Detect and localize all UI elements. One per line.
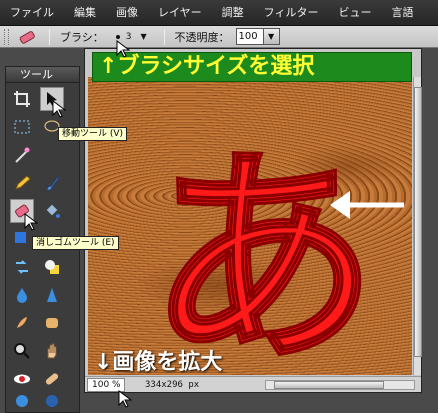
menu-adjust[interactable]: 調整 xyxy=(212,0,254,25)
mouse-cursor-icon xyxy=(52,100,66,118)
menu-bar: ファイル 編集 画像 レイヤー 調整 フィルター ビュー 言語 xyxy=(0,0,438,26)
paint-bucket-icon[interactable] xyxy=(40,199,64,223)
pencil-icon[interactable] xyxy=(10,171,34,195)
document-size: 334x296 px xyxy=(145,379,200,390)
shape-icon[interactable] xyxy=(40,255,64,279)
menu-file[interactable]: ファイル xyxy=(0,0,64,25)
mouse-cursor-icon xyxy=(116,40,130,58)
brush-preview-icon[interactable] xyxy=(115,34,120,39)
menu-language[interactable]: 言語 xyxy=(381,0,423,25)
image-canvas[interactable]: あ xyxy=(88,77,412,375)
marquee-icon[interactable] xyxy=(10,115,34,139)
menu-layer[interactable]: レイヤー xyxy=(148,0,212,25)
opacity-dropdown-icon[interactable]: ▼ xyxy=(263,28,280,45)
sponge-icon[interactable] xyxy=(40,311,64,335)
recompose-icon[interactable] xyxy=(10,255,34,279)
mouse-cursor-icon xyxy=(24,213,38,231)
opacity-label: 不透明度： xyxy=(174,30,230,44)
menu-edit[interactable]: 編集 xyxy=(64,0,106,25)
vertical-scroll-thumb[interactable] xyxy=(414,87,422,357)
smudge-icon[interactable] xyxy=(10,311,34,335)
menu-view[interactable]: ビュー xyxy=(328,0,381,25)
divider xyxy=(163,28,165,45)
brush-label: ブラシ： xyxy=(60,30,104,44)
grip-handle[interactable] xyxy=(4,28,9,45)
bandage-icon[interactable] xyxy=(40,367,64,391)
mouse-cursor-icon xyxy=(118,390,132,408)
options-bar: ブラシ： 3 ▼ 不透明度： 100 ▼ xyxy=(0,26,438,48)
vertical-scrollbar[interactable] xyxy=(413,77,422,375)
hand-icon[interactable] xyxy=(40,339,64,363)
menu-image[interactable]: 画像 xyxy=(106,0,148,25)
opacity-input[interactable]: 100 xyxy=(235,28,264,45)
blur-drop-icon[interactable] xyxy=(10,283,34,307)
brush-dropdown-icon[interactable]: ▼ xyxy=(136,29,152,45)
zoom-hint-text: ↓画像を拡大 xyxy=(94,350,223,375)
brush-icon[interactable] xyxy=(40,171,64,195)
red-glyph: あ xyxy=(148,127,378,375)
eye-icon[interactable] xyxy=(10,367,34,391)
burn-icon[interactable] xyxy=(40,389,64,413)
toolbox-title: ツール xyxy=(6,67,79,83)
document-window: あ 100 % 334x296 px xyxy=(84,48,422,393)
sharpen-icon[interactable] xyxy=(40,283,64,307)
glyph-layer: あ xyxy=(147,126,404,375)
magic-wand-icon[interactable] xyxy=(10,143,34,167)
divider xyxy=(49,28,50,45)
eraser-tool-tooltip: 消しゴムツール (E) xyxy=(32,236,119,250)
menu-filter[interactable]: フィルター xyxy=(254,0,329,25)
dodge-icon[interactable] xyxy=(10,389,34,413)
status-bar: 100 % 334x296 px xyxy=(85,376,421,392)
zoom-icon[interactable] xyxy=(10,339,34,363)
horizontal-scroll-thumb[interactable] xyxy=(274,380,384,389)
horizontal-scrollbar[interactable] xyxy=(265,379,415,390)
eraser-tool-preview-icon xyxy=(17,28,37,46)
crop-icon[interactable] xyxy=(10,87,34,111)
move-tool-tooltip: 移動ツール (V) xyxy=(58,127,128,141)
brush-hint-banner: ↑ブラシサイズを選択 xyxy=(92,52,412,82)
